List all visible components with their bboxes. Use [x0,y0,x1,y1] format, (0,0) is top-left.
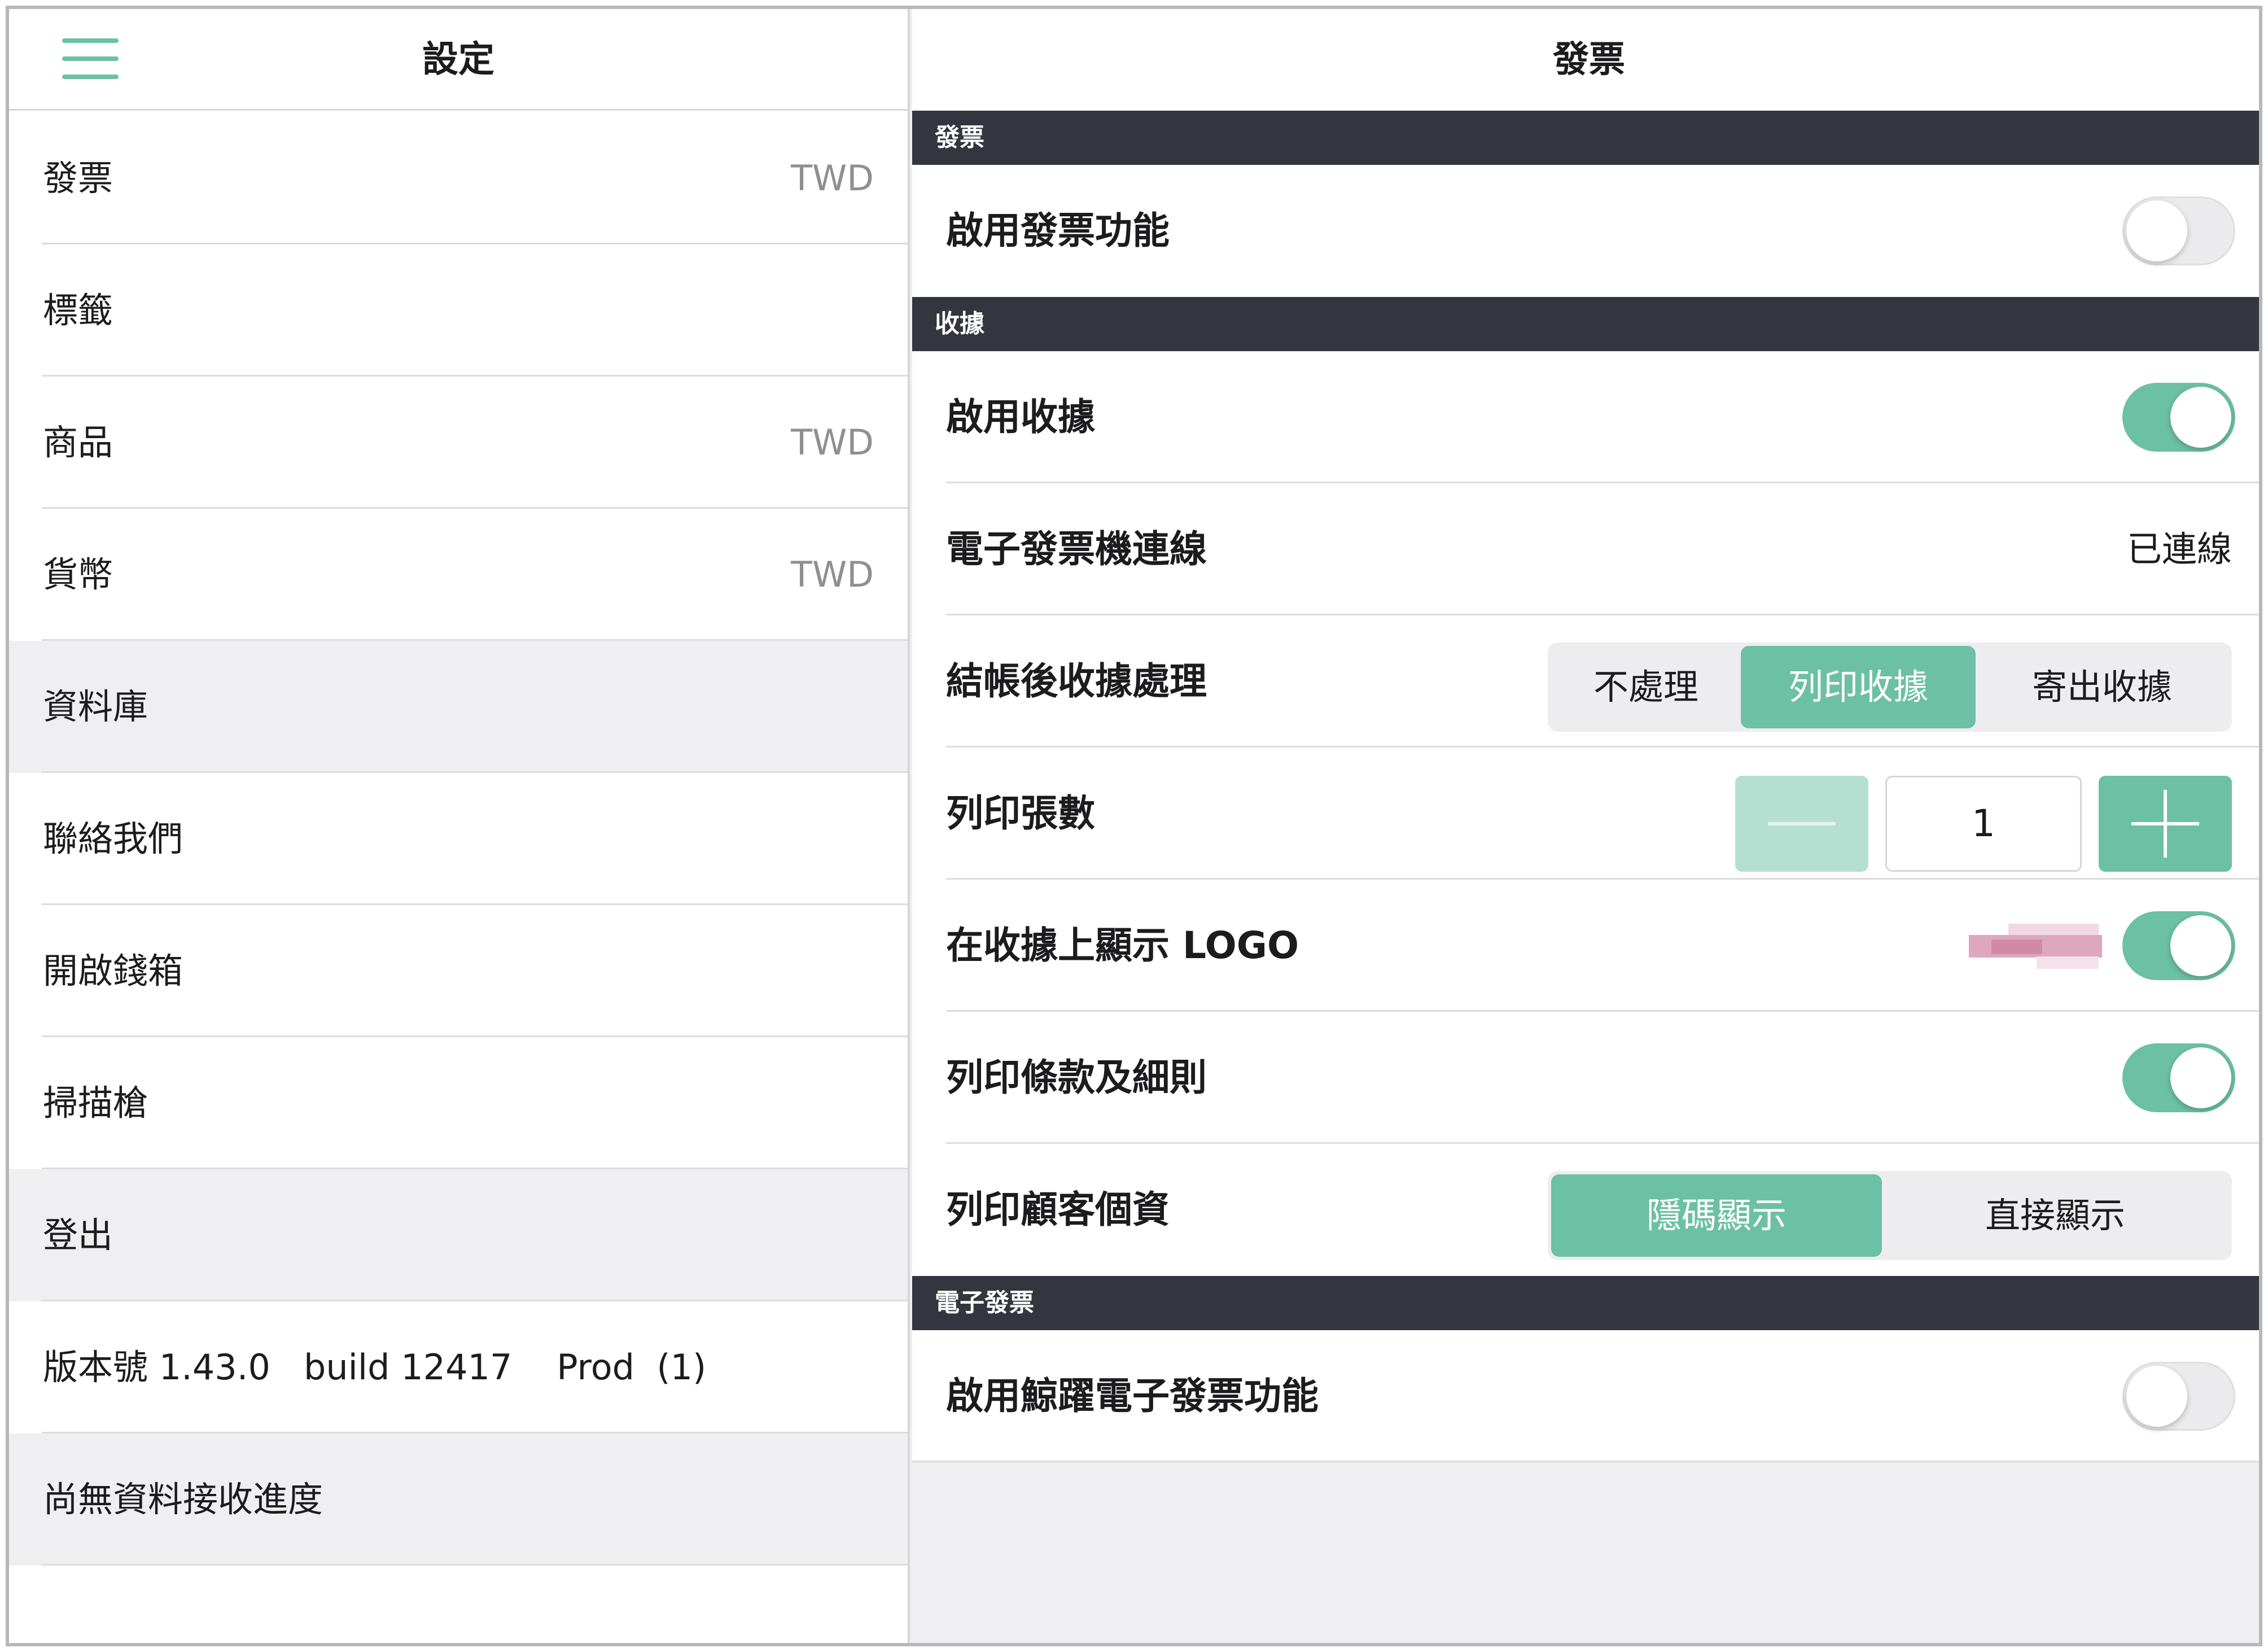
enable-receipt-row: 啟用收據 [912,351,2259,483]
option-direct-display[interactable]: 直接顯示 [1882,1174,2228,1257]
enable-invoice-label: 啟用發票功能 [946,209,1170,252]
panel-header: 發票 [912,9,2259,111]
decrement-button[interactable] [1735,776,1868,872]
sync-progress-label: 尚無資料接收進度 [43,1479,323,1520]
option-send-receipt[interactable]: 寄出收據 [1976,646,2228,728]
sidebar-header: 設定 [9,9,908,111]
sidebar-item-database[interactable]: 資料庫 [9,641,908,773]
sidebar-item-tags[interactable]: 標籤 [9,244,908,377]
divider [912,1461,2259,1462]
sidebar-item-open-cash-drawer[interactable]: 開啟錢箱 [9,905,908,1037]
show-logo-label: 在收據上顯示 LOGO [946,924,1299,967]
settings-list: 發票 TWD 標籤 商品 TWD 貨幣 TWD 資料庫 聯絡我們 開啟錢箱 掃描… [9,112,908,1566]
sidebar-item-label: 發票 [43,158,113,199]
sidebar-item-label: 標籤 [43,290,113,331]
copies-count[interactable]: 1 [1885,776,2082,872]
sidebar-item-label: 掃描槍 [43,1082,148,1124]
sidebar-item-value: TWD [791,554,874,595]
sidebar-item-logout[interactable]: 登出 [9,1169,908,1301]
increment-button[interactable] [2099,776,2232,872]
connection-status: 已連線 [2126,528,2232,570]
after-checkout-row: 結帳後收據處理 不處理 列印收據 寄出收據 [912,615,2259,748]
version-info: 版本號 1.43.0 build 12417 Prod (1) [9,1301,908,1434]
enable-receipt-label: 啟用收據 [946,395,1095,439]
sidebar-item-label: 商品 [43,422,113,463]
sidebar-item-currency[interactable]: 貨幣 TWD [9,509,908,641]
print-customer-info-label: 列印顧客個資 [946,1188,1170,1231]
show-logo-row: 在收據上顯示 LOGO [912,880,2259,1012]
option-masked-display[interactable]: 隱碼顯示 [1551,1174,1882,1257]
sidebar-item-value: TWD [791,158,874,199]
section-header-receipt: 收據 [912,297,2259,351]
settings-sidebar: 設定 發票 TWD 標籤 商品 TWD 貨幣 TWD 資料庫 聯絡我們 開啟錢箱… [9,9,910,1643]
section-header-einvoice: 電子發票 [912,1276,2259,1330]
enable-whale-einvoice-label: 啟用鯨躍電子發票功能 [946,1374,1319,1418]
sidebar-title: 設定 [422,39,494,81]
option-print-receipt[interactable]: 列印收據 [1741,646,1976,728]
sync-progress: 尚無資料接收進度 [9,1434,908,1566]
print-copies-row: 列印張數 1 [912,748,2259,880]
after-checkout-label: 結帳後收據處理 [946,659,1207,703]
app-frame: 設定 發票 TWD 標籤 商品 TWD 貨幣 TWD 資料庫 聯絡我們 開啟錢箱… [6,6,2262,1646]
sidebar-item-invoice[interactable]: 發票 TWD [9,112,908,244]
einvoice-connection-row: 電子發票機連線 已連線 [912,483,2259,615]
print-copies-label: 列印張數 [946,792,1095,835]
sidebar-item-label: 開啟錢箱 [43,950,183,991]
sidebar-item-value: TWD [791,422,874,463]
panel-title: 發票 [1553,39,1625,81]
hamburger-menu-icon[interactable] [62,38,119,79]
section-header-invoice: 發票 [912,111,2259,165]
sidebar-item-label: 登出 [43,1214,113,1256]
enable-invoice-row: 啟用發票功能 [912,165,2259,297]
print-copies-stepper: 1 [1735,776,2232,872]
print-customer-info-row: 列印顧客個資 隱碼顯示 直接顯示 [912,1144,2259,1276]
sidebar-item-label: 資料庫 [43,686,148,727]
einvoice-connection-label: 電子發票機連線 [946,527,1207,571]
logo-thumbnail [1969,924,2102,969]
enable-receipt-toggle[interactable] [2122,383,2235,452]
sidebar-item-contact-us[interactable]: 聯絡我們 [9,773,908,905]
option-no-action[interactable]: 不處理 [1551,646,1741,728]
version-label: 版本號 1.43.0 build 12417 Prod (1) [43,1347,707,1388]
print-terms-label: 列印條款及細則 [946,1056,1207,1099]
invoice-settings-panel: 發票 發票 啟用發票功能 收據 啟用收據 電子發票機連線 已連線 結帳後收據處理… [912,9,2259,1643]
divider [42,1564,908,1566]
print-customer-segmented-control: 隱碼顯示 直接顯示 [1548,1171,2232,1260]
sidebar-item-scanner[interactable]: 掃描槍 [9,1037,908,1169]
show-logo-toggle[interactable] [2122,911,2235,980]
enable-whale-einvoice-toggle[interactable] [2122,1362,2235,1431]
enable-whale-einvoice-row: 啟用鯨躍電子發票功能 [912,1330,2259,1462]
print-terms-toggle[interactable] [2122,1043,2235,1112]
sidebar-item-label: 貨幣 [43,554,113,595]
sidebar-item-label: 聯絡我們 [43,818,183,859]
print-terms-row: 列印條款及細則 [912,1012,2259,1144]
after-checkout-segmented-control: 不處理 列印收據 寄出收據 [1548,643,2232,732]
sidebar-item-products[interactable]: 商品 TWD [9,377,908,509]
enable-invoice-toggle[interactable] [2122,196,2235,265]
